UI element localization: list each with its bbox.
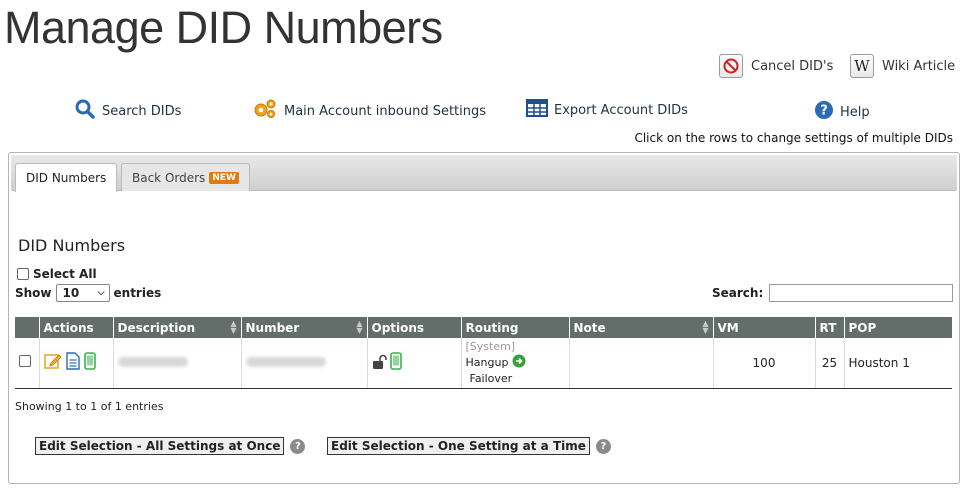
wiki-article-label: Wiki Article [882,58,956,74]
row-note-cell [569,338,714,389]
tab-did-numbers[interactable]: DID Numbers [15,163,118,192]
unlock-icon [372,354,388,373]
cancel-dids-button[interactable]: Cancel DID's [719,54,833,78]
row-options-cell [367,338,462,389]
header-note[interactable]: Note ▲ ▼ [569,317,714,338]
svg-text:?: ? [820,104,828,119]
document-icon[interactable] [65,352,80,373]
edit-one-group: Edit Selection - One Setting at a Time ? [327,437,611,455]
row-vm-cell: 100 [713,338,816,389]
table-header-row: Actions Description ▲ ▼ Number ▲ ▼ Options R… [15,317,952,338]
mobile-phone-icon[interactable] [83,352,96,373]
header-options: Options [367,317,462,338]
new-badge: NEW [209,171,239,184]
export-account-dids-label: Export Account DIDs [554,102,688,118]
cancel-icon [719,54,743,78]
page-title: Manage DID Numbers [4,2,443,53]
mobile-phone-icon [389,352,402,373]
search-icon [74,98,96,124]
search-dids-label: Search DIDs [102,103,182,119]
cancel-dids-label: Cancel DID's [751,58,834,74]
edit-all-group: Edit Selection - All Settings at Once ? [35,437,306,455]
select-all-label: Select All [33,267,97,281]
row-rt-cell: 25 [815,338,845,389]
row-routing-cell: [System] Hangup Failover [461,338,570,389]
header-vm: VM [713,317,816,338]
header-rt: RT [815,317,845,338]
tab-back-orders-label: Back Orders [132,170,206,185]
help-question-icon[interactable]: ? [290,438,306,454]
header-note-label: Note [573,320,606,335]
edit-all-settings-button[interactable]: Edit Selection - All Settings at Once [35,437,285,455]
row-pop-cell: Houston 1 [844,338,952,389]
search-label: Search: [712,286,764,300]
tab-did-numbers-label: DID Numbers [26,171,107,185]
wiki-article-link[interactable]: W Wiki Article [850,54,955,78]
table-icon [526,98,548,122]
row-select-cell [15,338,40,389]
header-number-label: Number [245,320,300,335]
chevron-down-icon: ⌵ [97,288,105,298]
routing-failover: Failover [469,371,513,385]
select-all-checkbox[interactable] [17,268,29,280]
edit-one-setting-button[interactable]: Edit Selection - One Setting at a Time [327,437,590,455]
section-title: DID Numbers [18,236,126,255]
multi-select-hint: Click on the rows to change settings of … [634,131,953,145]
help-icon: ? [814,100,834,124]
header-select [15,317,40,338]
entries-label: entries [113,286,162,300]
edit-icon[interactable] [43,352,62,373]
header-actions: Actions [39,317,114,338]
select-all[interactable]: Select All [17,267,97,281]
row-actions-cell [39,338,114,389]
header-number[interactable]: Number ▲ ▼ [241,317,368,338]
sort-icon: ▲ ▼ [230,319,237,335]
arrow-right-icon[interactable] [512,354,526,372]
table-info: Showing 1 to 1 of 1 entries [15,400,164,413]
header-description[interactable]: Description ▲ ▼ [113,317,242,338]
did-numbers-panel: DID Numbers Back Orders NEW DID Numbers … [8,152,960,484]
help-label: Help [840,104,870,120]
table-row[interactable]: [System] Hangup Failover 100 25 Houston … [15,338,952,389]
routing-system: [System] [465,339,516,353]
redacted-description [117,356,188,367]
row-description-cell [113,338,242,389]
search-dids-link[interactable]: Search DIDs [74,98,181,124]
header-description-label: Description [117,320,196,335]
header-pop: POP [844,317,952,338]
main-account-settings-link[interactable]: Main Account inbound Settings [252,98,486,124]
row-checkbox[interactable] [19,355,31,368]
help-question-icon[interactable]: ? [595,438,611,454]
export-account-dids-link[interactable]: Export Account DIDs [526,98,688,122]
tab-bar: DID Numbers Back Orders NEW [11,155,957,192]
sort-icon: ▲ ▼ [702,319,709,335]
entries-per-page-value: 10 [62,286,80,300]
table-search: Search: [712,284,954,302]
main-account-settings-label: Main Account inbound Settings [284,103,487,119]
help-link[interactable]: ? Help [814,100,870,124]
wikipedia-icon: W [850,54,874,78]
sort-icon: ▲ ▼ [356,319,363,335]
did-table: Actions Description ▲ ▼ Number ▲ ▼ Options R… [15,317,952,389]
gears-icon [252,98,278,124]
show-label: Show [15,286,52,300]
redacted-number [245,356,326,367]
header-routing: Routing [461,317,570,338]
tab-back-orders[interactable]: Back Orders NEW [121,163,250,191]
search-input[interactable] [769,284,954,302]
entries-length-control: Show 10 ⌵ entries [15,284,161,302]
entries-per-page-select[interactable]: 10 ⌵ [55,284,110,302]
row-number-cell [241,338,368,389]
routing-action: Hangup [465,355,509,369]
